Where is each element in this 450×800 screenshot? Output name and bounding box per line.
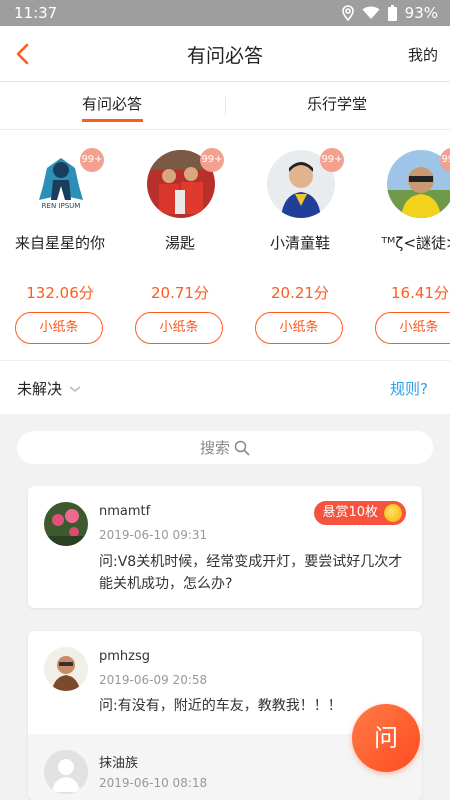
- battery-percent: 93%: [404, 4, 438, 22]
- expert-card[interactable]: 99+ 小清童鞋 20.21分 小纸条: [240, 130, 360, 360]
- expert-name: 小清童鞋: [269, 234, 330, 252]
- status-time: 11:37: [14, 4, 58, 22]
- status-bar: 11:37 93%: [0, 0, 450, 26]
- count-badge: 99+: [320, 148, 344, 172]
- note-button[interactable]: 小纸条: [375, 312, 450, 344]
- page-title: 有问必答: [186, 45, 263, 67]
- battery-icon: [387, 5, 397, 21]
- question-card[interactable]: nmamtf 2019-06-10 09:31 悬赏10枚 问:V8关机时候，经…: [28, 486, 422, 608]
- search-input[interactable]: 搜索: [17, 431, 433, 464]
- avatar[interactable]: [44, 502, 88, 546]
- default-avatar-icon: [44, 750, 88, 794]
- question-date: 2019-06-10 09:31: [99, 528, 208, 542]
- expert-name: ᵀᴹζ<謎徒>: [381, 234, 450, 252]
- rules-link[interactable]: 规则?: [390, 378, 428, 399]
- wifi-icon: [362, 6, 380, 19]
- expert-name: 来自星星的你: [14, 234, 105, 252]
- expert-score: 20.71分: [151, 284, 209, 302]
- svg-text:REN IPSUM: REN IPSUM: [42, 202, 81, 210]
- expert-score: 20.21分: [271, 284, 329, 302]
- status-filter-dropdown[interactable]: 未解决: [17, 378, 82, 399]
- coin-icon: [384, 504, 402, 522]
- note-button[interactable]: 小纸条: [255, 312, 343, 344]
- tab-bar: 有问必答 乐行学堂: [0, 82, 450, 130]
- search-placeholder: 搜索: [199, 439, 230, 457]
- expert-card[interactable]: 99+ 湯匙 20.71分 小纸条: [120, 130, 240, 360]
- count-badge: 99+: [80, 148, 104, 172]
- expert-score: 132.06分: [26, 284, 94, 302]
- expert-name: 湯匙: [164, 234, 195, 252]
- reward-badge: 悬赏10枚: [314, 501, 406, 525]
- question-username: pmhzsg: [99, 649, 151, 664]
- reply-username: 抹油族: [99, 756, 139, 771]
- tab-divider: [225, 97, 226, 115]
- question-date: 2019-06-09 20:58: [99, 673, 208, 687]
- search-icon: [234, 440, 250, 455]
- chevron-down-icon: [69, 385, 81, 392]
- reward-label: 悬赏10枚: [322, 505, 378, 520]
- expert-score: 16.41分: [391, 284, 449, 302]
- reply-date: 2019-06-10 08:18: [99, 776, 208, 790]
- avatar[interactable]: [44, 647, 88, 691]
- tab-active-indicator: [82, 119, 143, 122]
- ask-question-button[interactable]: 问: [352, 704, 420, 772]
- location-icon: [341, 5, 354, 21]
- tab-school[interactable]: 乐行学堂: [307, 93, 367, 114]
- question-username: nmamtf: [99, 504, 151, 519]
- tab-qa[interactable]: 有问必答: [82, 93, 142, 114]
- note-button[interactable]: 小纸条: [15, 312, 103, 344]
- top-nav-bar: 有问必答 我的: [0, 26, 450, 82]
- filter-bar: 未解决 规则?: [0, 360, 450, 414]
- my-link[interactable]: 我的: [408, 44, 438, 65]
- note-button[interactable]: 小纸条: [135, 312, 223, 344]
- experts-carousel[interactable]: REN IPSUM 99+ 来自星星的你 132.06分 小纸条 99+ 湯匙 …: [0, 130, 450, 360]
- expert-card[interactable]: 99+ ᵀᴹζ<謎徒> 16.41分 小纸条: [360, 130, 450, 360]
- status-filter-label: 未解决: [17, 380, 63, 398]
- count-badge: 99+: [200, 148, 224, 172]
- question-text: 问:V8关机时候，经常变成开灯，要尝试好几次才能关机成功，怎么办?: [99, 554, 403, 592]
- expert-card[interactable]: REN IPSUM 99+ 来自星星的你 132.06分 小纸条: [0, 130, 120, 360]
